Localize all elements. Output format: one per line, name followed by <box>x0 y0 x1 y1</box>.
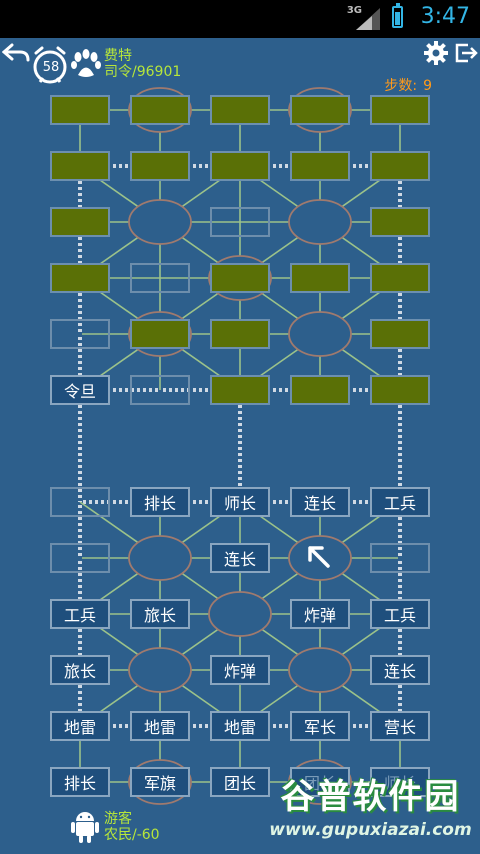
watermark-url: www.gupuxiazai.com <box>269 820 472 840</box>
enemy-piece[interactable] <box>210 95 270 125</box>
own-piece[interactable]: 炸弹 <box>210 655 270 685</box>
enemy-piece[interactable] <box>290 375 350 405</box>
gear-icon[interactable] <box>423 40 449 66</box>
empty-post[interactable] <box>130 375 190 405</box>
own-piece[interactable]: 连长 <box>370 655 430 685</box>
own-piece[interactable]: 师长 <box>210 487 270 517</box>
enemy-piece[interactable] <box>50 207 110 237</box>
enemy-piece-revealed[interactable]: 令旦 <box>50 375 110 405</box>
top-player-rank: 司令/96901 <box>104 64 182 80</box>
own-piece[interactable]: 炸弹 <box>290 599 350 629</box>
enemy-piece[interactable] <box>50 95 110 125</box>
own-piece[interactable]: 地雷 <box>210 711 270 741</box>
bottom-player-name: 游客 <box>104 811 132 827</box>
watermark: 谷普软件园 www.gupuxiazai.com <box>263 776 478 852</box>
own-piece[interactable]: 地雷 <box>50 711 110 741</box>
top-player-name: 费特 <box>104 48 132 64</box>
own-piece[interactable]: 连长 <box>210 543 270 573</box>
step-counter: 步数: 9 <box>384 75 432 95</box>
own-piece[interactable]: 营长 <box>370 711 430 741</box>
enemy-piece[interactable] <box>130 319 190 349</box>
empty-post[interactable] <box>370 543 430 573</box>
enemy-piece[interactable] <box>130 151 190 181</box>
own-piece[interactable]: 工兵 <box>50 599 110 629</box>
step-value: 9 <box>423 78 432 94</box>
watermark-title: 谷普软件园 <box>280 777 461 817</box>
enemy-piece[interactable] <box>130 95 190 125</box>
enemy-piece[interactable] <box>370 263 430 293</box>
own-piece[interactable]: 连长 <box>290 487 350 517</box>
empty-post[interactable] <box>50 319 110 349</box>
own-piece[interactable]: 排长 <box>130 487 190 517</box>
own-piece[interactable]: 排长 <box>50 767 110 797</box>
empty-post[interactable] <box>50 543 110 573</box>
enemy-piece[interactable] <box>370 207 430 237</box>
step-label: 步数: <box>384 78 418 94</box>
own-piece[interactable]: 地雷 <box>130 711 190 741</box>
turn-timer: 58 <box>42 60 60 75</box>
enemy-piece[interactable] <box>370 375 430 405</box>
exit-icon[interactable] <box>454 42 478 64</box>
enemy-piece[interactable] <box>370 151 430 181</box>
android-icon <box>71 812 99 843</box>
own-piece[interactable]: 军旗 <box>130 767 190 797</box>
back-arrow-icon[interactable] <box>2 42 30 64</box>
empty-post[interactable] <box>210 207 270 237</box>
own-piece[interactable]: 工兵 <box>370 599 430 629</box>
enemy-piece[interactable] <box>210 263 270 293</box>
enemy-piece[interactable] <box>370 95 430 125</box>
own-piece[interactable]: 团长 <box>210 767 270 797</box>
cursor-arrow-icon <box>308 546 330 568</box>
enemy-piece[interactable] <box>210 151 270 181</box>
piece-layer: 令旦 排长 师长 连长 工兵 连长 工兵 旅长 炸弹 工兵 旅长 炸弹 连长 地雷 地雷 地雷 军长 营长 排长 军旗… <box>0 0 480 854</box>
enemy-piece[interactable] <box>210 319 270 349</box>
enemy-piece[interactable] <box>50 263 110 293</box>
bottom-player-rank: 农民/-60 <box>104 827 160 843</box>
enemy-piece[interactable] <box>50 151 110 181</box>
enemy-piece[interactable] <box>370 319 430 349</box>
empty-post[interactable] <box>130 263 190 293</box>
own-piece[interactable]: 军长 <box>290 711 350 741</box>
enemy-piece[interactable] <box>290 151 350 181</box>
own-piece[interactable]: 旅长 <box>50 655 110 685</box>
own-piece[interactable]: 工兵 <box>370 487 430 517</box>
enemy-piece[interactable] <box>210 375 270 405</box>
enemy-piece[interactable] <box>290 95 350 125</box>
empty-post[interactable] <box>50 487 110 517</box>
own-piece[interactable]: 旅长 <box>130 599 190 629</box>
enemy-piece[interactable] <box>290 263 350 293</box>
paw-icon <box>71 49 101 77</box>
